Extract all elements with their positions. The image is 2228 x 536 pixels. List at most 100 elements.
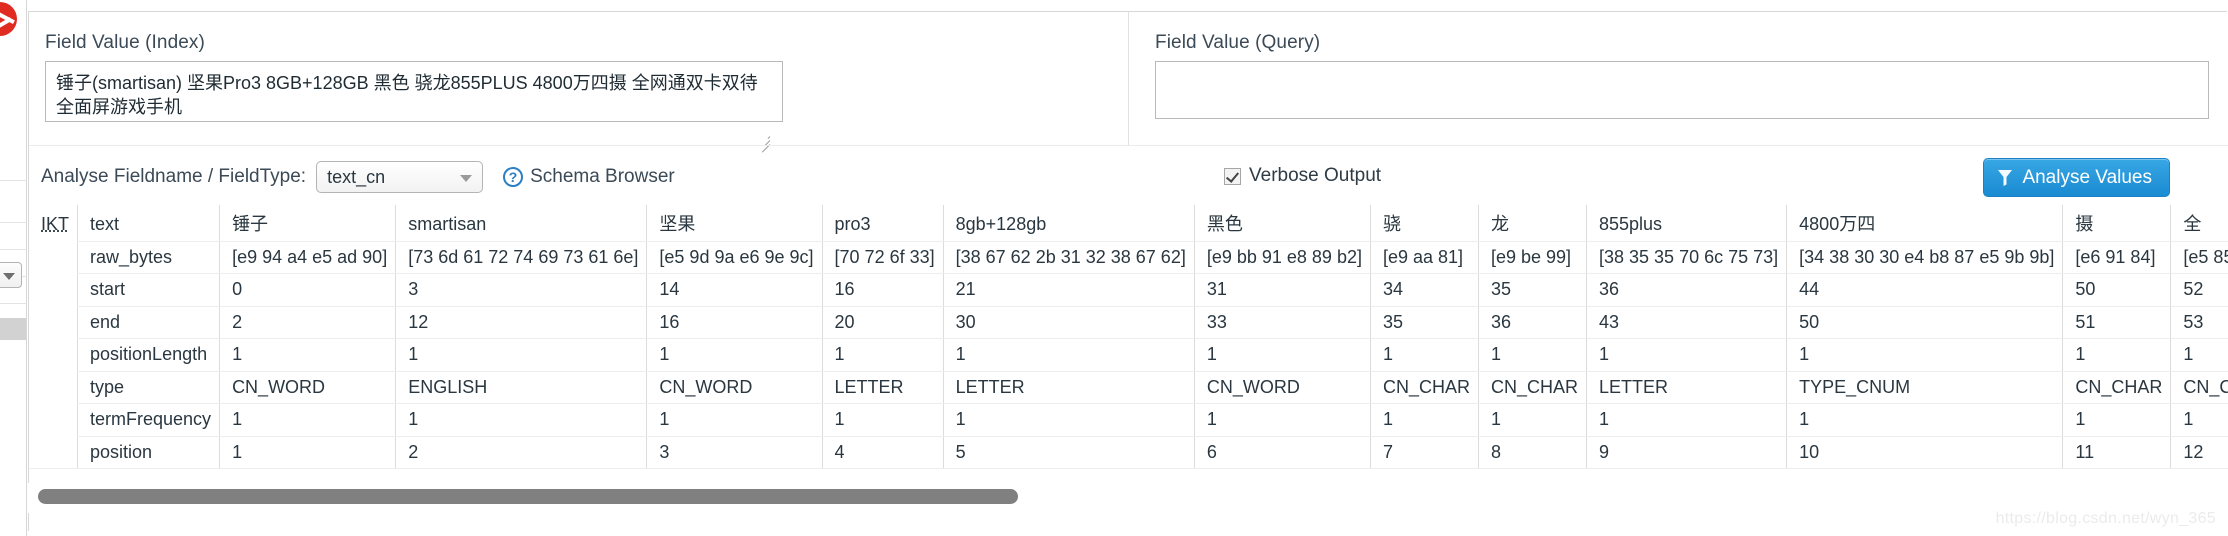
horizontal-scrollbar-thumb[interactable] [38, 489, 1018, 504]
cell-text-9: 4800万四 [1786, 205, 2063, 242]
cell-start-7: 35 [1477, 273, 1587, 307]
solr-logo-icon [0, 2, 17, 36]
help-icon[interactable]: ? [503, 167, 524, 187]
cell-position-6: 7 [1369, 436, 1479, 469]
cell-termFrequency-4: 1 [942, 403, 1195, 437]
cell-type-9: TYPE_CNUM [1786, 371, 2063, 404]
cell-positionLength-2: 1 [646, 338, 823, 372]
analysis-table: IKT text 锤子 smartisan 坚果 pro3 8gb+128gb 黑色骁龙 855… [29, 205, 2228, 469]
cell-positionLength-4: 1 [942, 338, 1195, 372]
table-row: positionLength 1 1 1 1 1 1 1 1 1 1 1 1 [29, 338, 2228, 372]
verbose-output-label: Verbose Output [1249, 165, 1382, 186]
verbose-output-checkbox[interactable] [1224, 167, 1241, 185]
cell-text-5: 黑色 [1193, 205, 1371, 242]
cell-termFrequency-5: 1 [1193, 403, 1371, 437]
row-label-type: type [77, 371, 220, 404]
cell-text-0: 锤子 [219, 205, 396, 242]
cell-positionLength-6: 1 [1369, 338, 1479, 372]
cell-termFrequency-1: 1 [395, 403, 647, 437]
schema-browser-link[interactable]: Schema Browser [530, 166, 675, 188]
verbose-output-control[interactable]: Verbose Output [1224, 165, 1381, 187]
cell-termFrequency-2: 1 [646, 403, 823, 437]
query-column: Field Value (Query) [1129, 12, 2227, 145]
cell-position-0: 1 [219, 436, 396, 469]
query-value-input[interactable] [1155, 61, 2209, 119]
cell-positionLength-10: 1 [2062, 338, 2171, 372]
cell-type-2: CN_WORD [646, 371, 823, 404]
table-row: end 2 12 16 20 30 33 35 36 43 50 51 53 [29, 306, 2228, 339]
cell-type-5: CN_WORD [1193, 371, 1371, 404]
cell-termFrequency-7: 1 [1477, 403, 1587, 437]
cell-position-11: 12 [2170, 436, 2228, 469]
solr-analysis-screen: Field Value (Index) Field Value (Query) … [0, 0, 2228, 536]
cell-termFrequency-3: 1 [821, 403, 944, 437]
cell-start-5: 31 [1193, 273, 1371, 307]
cell-end-6: 35 [1369, 306, 1479, 339]
cell-type-4: LETTER [942, 371, 1195, 404]
field-value-row: Field Value (Index) Field Value (Query) [29, 12, 2228, 153]
analyzer-label[interactable]: IKT [29, 205, 78, 469]
cell-start-1: 3 [395, 273, 647, 307]
cell-raw_bytes-10: [e6 91 84] [2062, 241, 2171, 274]
table-row: position 1 2 3 4 5 6 7 8 9 10 11 12 [29, 436, 2228, 469]
index-value-input[interactable] [45, 61, 783, 122]
cell-start-9: 44 [1786, 273, 2063, 307]
analysis-table-container[interactable]: IKT text 锤子 smartisan 坚果 pro3 8gb+128gb 黑色骁龙 855… [29, 205, 2228, 495]
cell-positionLength-11: 1 [2170, 338, 2228, 372]
row-label-start: start [77, 273, 220, 307]
sidebar-highlight-block [0, 318, 26, 340]
cell-raw_bytes-1: [73 6d 61 72 74 69 73 61 6e] [395, 241, 647, 274]
chevron-down-icon [3, 273, 15, 280]
cell-text-2: 坚果 [646, 205, 823, 242]
cell-position-9: 10 [1786, 436, 2063, 469]
row-label-termFrequency: termFrequency [77, 403, 220, 437]
row-label-raw_bytes: raw_bytes [77, 241, 220, 274]
sidebar-divider-2 [0, 222, 27, 223]
cell-end-5: 33 [1193, 306, 1371, 339]
cell-end-1: 12 [395, 306, 647, 339]
cell-position-4: 5 [942, 436, 1195, 469]
analyse-values-button[interactable]: Analyse Values [1983, 158, 2170, 197]
cell-type-3: LETTER [821, 371, 944, 404]
cell-text-7: 龙 [1477, 205, 1587, 242]
cell-termFrequency-9: 1 [1786, 403, 2063, 437]
cell-text-4: 8gb+128gb [942, 205, 1195, 242]
cell-positionLength-9: 1 [1786, 338, 2063, 372]
cell-text-3: pro3 [821, 205, 944, 242]
logo-mark-lower [0, 17, 12, 29]
cell-position-8: 9 [1585, 436, 1787, 469]
cell-end-11: 53 [2170, 306, 2228, 339]
cell-start-0: 0 [219, 273, 396, 307]
cell-type-0: CN_WORD [219, 371, 396, 404]
cell-end-8: 43 [1585, 306, 1787, 339]
sidebar-dropdown[interactable] [0, 262, 22, 288]
cell-text-10: 摄 [2062, 205, 2171, 242]
cell-type-11: CN_CHAR [2170, 371, 2228, 404]
horizontal-scrollbar[interactable] [28, 483, 2227, 513]
cell-raw_bytes-0: [e9 94 a4 e5 ad 90] [219, 241, 396, 274]
cell-end-7: 36 [1477, 306, 1587, 339]
index-column: Field Value (Index) [29, 12, 1129, 153]
row-label-end: end [77, 306, 220, 339]
cell-raw_bytes-4: [38 67 62 2b 31 32 38 67 62] [942, 241, 1195, 274]
chevron-down-icon [460, 175, 473, 182]
cell-raw_bytes-7: [e9 be 99] [1477, 241, 1587, 274]
table-row: termFrequency 1 1 1 1 1 1 1 1 1 1 1 1 [29, 403, 2228, 437]
cell-end-2: 16 [646, 306, 823, 339]
cell-end-4: 30 [942, 306, 1195, 339]
analysis-table-body: IKT text 锤子 smartisan 坚果 pro3 8gb+128gb 黑色骁龙 855… [29, 205, 2228, 469]
fieldtype-controls: Analyse Fieldname / FieldType: text_cn ?… [41, 161, 675, 193]
cell-position-5: 6 [1193, 436, 1371, 469]
cell-raw_bytes-5: [e9 bb 91 e8 89 b2] [1193, 241, 1371, 274]
cell-start-4: 21 [942, 273, 1195, 307]
fieldtype-select[interactable]: text_cn [316, 161, 484, 193]
table-row: raw_bytes [e9 94 a4 e5 ad 90] [73 6d 61 72… [29, 241, 2228, 274]
funnel-icon [1997, 169, 2013, 187]
cell-raw_bytes-9: [34 38 30 30 e4 b8 87 e5 9b 9b] [1786, 241, 2063, 274]
sidebar-divider-1 [0, 180, 27, 181]
cell-positionLength-8: 1 [1585, 338, 1787, 372]
cell-raw_bytes-3: [70 72 6f 33] [821, 241, 944, 274]
fieldtype-selected-value: text_cn [327, 167, 386, 187]
cell-position-7: 8 [1477, 436, 1587, 469]
cell-position-2: 3 [646, 436, 823, 469]
